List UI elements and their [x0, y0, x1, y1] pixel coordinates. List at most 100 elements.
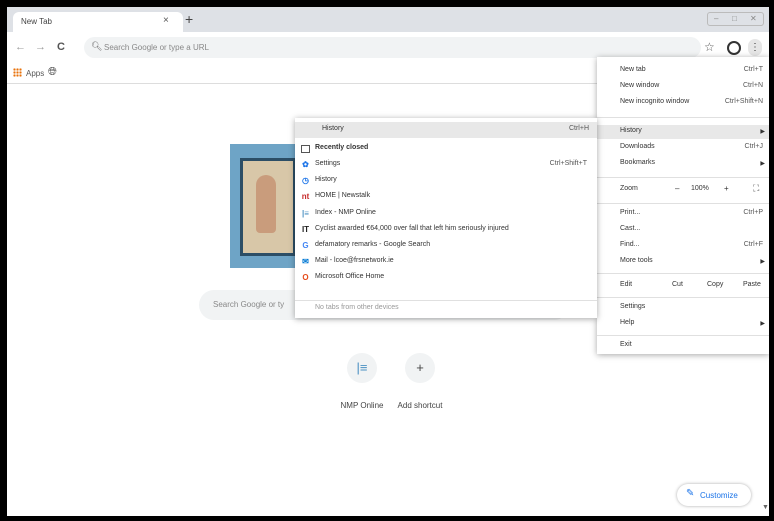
search-icon: 🔍︎: [91, 41, 103, 51]
menu-divider: [597, 297, 769, 298]
scroll-down-icon[interactable]: ▼: [762, 504, 769, 511]
history-item-index-nmp-online[interactable]: |≡ Index - NMP Online: [295, 206, 597, 222]
newstalk-icon: nt: [301, 192, 310, 202]
menu-item-new-window[interactable]: New window Ctrl+N: [597, 80, 769, 94]
menu-item-history[interactable]: History ▶: [597, 125, 769, 139]
new-tab-button[interactable]: +: [185, 11, 193, 27]
recently-closed-header: Recently closed: [295, 141, 597, 157]
menu-label: Cast...: [620, 225, 641, 232]
nmp-icon: |≡: [302, 208, 309, 218]
fullscreen-icon[interactable]: ⛶: [753, 183, 759, 194]
menu-item-help[interactable]: Help ▶: [597, 317, 769, 331]
history-item-google-search[interactable]: Gdefamatory remarks - Google Search: [295, 238, 597, 254]
menu-item-exit[interactable]: Exit: [597, 339, 769, 353]
google-doodle[interactable]: [230, 144, 303, 268]
doodle-figure: [256, 175, 276, 233]
menu-item-settings[interactable]: Settings: [597, 301, 769, 315]
history-item-settings[interactable]: ✿ Settings Ctrl+Shift+T: [295, 157, 597, 173]
menu-item-find[interactable]: Find... Ctrl+F: [597, 239, 769, 253]
history-header-label: History: [322, 125, 344, 132]
forward-icon[interactable]: →: [35, 41, 46, 53]
menu-divider: [597, 117, 769, 118]
history-item-label: Microsoft Office Home: [315, 273, 385, 281]
copy-button[interactable]: Copy: [707, 281, 723, 288]
zoom-in-button[interactable]: +: [724, 184, 729, 193]
menu-item-cast[interactable]: Cast...: [597, 223, 769, 237]
close-window-icon[interactable]: ✕: [750, 14, 757, 23]
menu-label: Print...: [620, 209, 641, 216]
submenu-arrow-icon: ▶: [760, 321, 765, 327]
history-item-label: Cyclist awarded €64,000 over fall that l…: [315, 224, 509, 232]
plus-icon: +: [405, 353, 435, 383]
menu-label: Zoom: [620, 185, 638, 192]
zoom-out-button[interactable]: –: [675, 184, 679, 193]
apps-label[interactable]: Apps: [26, 69, 44, 78]
menu-label: Settings: [620, 303, 646, 310]
history-item-home-newstalk[interactable]: nt HOME | Newstalk: [295, 189, 597, 205]
menu-item-print[interactable]: Print... Ctrl+P: [597, 207, 769, 221]
tab-title: New Tab: [21, 17, 52, 26]
chrome-main-menu: New tab Ctrl+T New window Ctrl+N New inc…: [597, 57, 769, 354]
history-item-microsoft-office-home[interactable]: O Microsoft Office Home: [295, 270, 597, 286]
paste-button[interactable]: Paste: [743, 281, 761, 288]
omnibox-placeholder: Search Google or type a URL: [104, 43, 209, 52]
history-item-cyclist-article[interactable]: IT Cyclist awarded €64,000 over fall that…: [295, 222, 597, 238]
history-header-shortcut: Ctrl+H: [568, 125, 589, 132]
menu-item-more-tools[interactable]: More tools ▶: [597, 255, 769, 269]
maximize-icon[interactable]: □: [732, 14, 737, 23]
menu-shortcut: Ctrl+F: [743, 241, 763, 248]
menu-item-new-incognito-window[interactable]: New incognito window Ctrl+Shift+N: [597, 96, 769, 110]
history-item-mail[interactable]: ✉ Mail - lcoe@frsnetwork.ie: [295, 254, 597, 270]
menu-label: New tab: [620, 66, 646, 73]
menu-item-new-tab[interactable]: New tab Ctrl+T: [597, 64, 769, 78]
minimize-icon[interactable]: –: [714, 14, 718, 23]
window-icon: [301, 145, 310, 153]
history-item-label: HOME | Newstalk: [315, 192, 371, 200]
menu-label: Find...: [620, 241, 640, 248]
gear-icon: ✿: [302, 160, 309, 169]
menu-item-bookmarks[interactable]: Bookmarks ▶: [597, 157, 769, 171]
pencil-icon: ✎: [686, 488, 695, 499]
apps-grid-icon[interactable]: [13, 68, 22, 77]
menu-label: Edit: [620, 281, 633, 288]
no-tabs-label: No tabs from other devices: [315, 304, 399, 311]
menu-label: History: [620, 127, 642, 134]
google-icon: G: [302, 241, 309, 250]
customize-label: Customize: [700, 491, 738, 500]
menu-label: New window: [620, 82, 660, 89]
menu-label: Bookmarks: [620, 159, 656, 166]
ntp-search-placeholder: Search Google or ty: [213, 300, 285, 309]
cut-button[interactable]: Cut: [672, 281, 683, 288]
menu-shortcut: Ctrl+Shift+N: [724, 98, 763, 105]
menu-item-downloads[interactable]: Downloads Ctrl+J: [597, 141, 769, 155]
bookmark-star-icon[interactable]: ☆: [704, 40, 715, 54]
irish-times-icon: IT: [301, 224, 310, 234]
tab-close-icon[interactable]: ×: [163, 15, 169, 26]
menu-label: Exit: [620, 341, 632, 348]
menu-label: More tools: [620, 257, 653, 264]
history-item-label: Settings: [315, 160, 341, 167]
clock-icon: ◷: [302, 176, 309, 186]
menu-item-zoom: Zoom – 100% + ⛶: [597, 183, 769, 197]
nmp-online-icon: |≡: [347, 353, 377, 383]
history-item-shortcut: Ctrl+Shift+T: [549, 160, 587, 167]
history-item-label: Index - NMP Online: [315, 208, 376, 216]
menu-shortcut: Ctrl+T: [743, 66, 763, 73]
chrome-menu-icon[interactable]: ⋮: [748, 39, 762, 56]
back-icon[interactable]: ←: [15, 41, 26, 53]
window-controls: – □ ✕: [707, 12, 764, 26]
omnibox[interactable]: 🔍︎ Search Google or type a URL: [84, 37, 701, 58]
reload-icon[interactable]: C: [57, 41, 65, 53]
history-header-item[interactable]: History Ctrl+H: [295, 122, 597, 138]
profile-avatar-icon[interactable]: [727, 41, 741, 55]
doodle-frame: [240, 158, 296, 256]
menu-shortcut: Ctrl+J: [744, 143, 763, 150]
globe-bookmark-icon[interactable]: 🌐︎: [48, 66, 57, 79]
recently-closed-label: Recently closed: [315, 144, 369, 151]
history-item-history[interactable]: ◷ History: [295, 173, 597, 189]
customize-button[interactable]: ✎ Customize: [677, 484, 751, 506]
tab-new-tab[interactable]: New Tab ×: [13, 12, 183, 32]
menu-label: New incognito window: [620, 98, 690, 105]
shortcut-add[interactable]: + Add shortcut: [385, 353, 455, 410]
shortcut-label: Add shortcut: [397, 401, 443, 410]
